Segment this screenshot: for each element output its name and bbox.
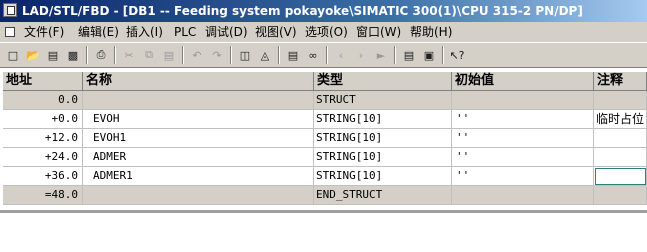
menu-options[interactable]: 选项(O) [303, 22, 350, 42]
zoom-icon[interactable]: ▣ [420, 46, 438, 64]
cell-comment[interactable] [594, 186, 647, 205]
upload-icon[interactable]: ◬ [256, 46, 274, 64]
menu-view[interactable]: 视图(V) [253, 22, 299, 42]
menu-file[interactable]: 文件(F) [22, 22, 66, 42]
table-row[interactable]: +24.0 ADMER STRING[10] '' [3, 148, 647, 167]
table-row[interactable]: 0.0 STRUCT [3, 91, 647, 110]
cell-type[interactable]: STRING[10] [314, 148, 452, 167]
header-type[interactable]: 类型 [314, 72, 452, 91]
accessible-nodes-icon[interactable]: ▤ [44, 46, 62, 64]
cell-name[interactable] [83, 186, 314, 205]
table-header: 地址 名称 类型 初始值 注释 [3, 72, 647, 91]
toolbar-separator [394, 46, 396, 64]
help-context-icon[interactable]: ↖? [448, 46, 466, 64]
app-icon[interactable] [3, 3, 17, 17]
cell-type[interactable]: STRING[10] [314, 129, 452, 148]
step-into-icon[interactable]: ► [372, 46, 390, 64]
cell-name[interactable]: ADMER1 [83, 167, 314, 186]
toolbar-separator [442, 46, 444, 64]
step-icon[interactable]: › [352, 46, 370, 64]
menu-edit[interactable]: 编辑(E) [76, 22, 121, 42]
code-pane[interactable] [0, 213, 647, 252]
header-name[interactable]: 名称 [83, 72, 314, 91]
header-initial-value[interactable]: 初始值 [452, 72, 594, 91]
cell-address: +24.0 [3, 148, 83, 167]
table-row[interactable]: =48.0 END_STRUCT [3, 186, 647, 205]
redo-icon[interactable]: ↷ [208, 46, 226, 64]
cell-initial-value[interactable]: '' [452, 129, 594, 148]
toolbar-separator [326, 46, 328, 64]
cell-address: +0.0 [3, 110, 83, 129]
table-row[interactable]: +36.0 ADMER1 STRING[10] '' [3, 167, 647, 186]
cell-name[interactable] [83, 91, 314, 110]
cell-type[interactable]: STRING[10] [314, 110, 452, 129]
declaration-table: 地址 名称 类型 初始值 注释 0.0 STRUCT +0.0 EVOH STR… [3, 72, 647, 210]
table-row[interactable]: +12.0 EVOH1 STRING[10] '' [3, 129, 647, 148]
title-bar: LAD/STL/FBD - [DB1 -- Feeding system pok… [0, 0, 647, 22]
cell-name[interactable]: EVOH [83, 110, 314, 129]
cell-name[interactable]: ADMER [83, 148, 314, 167]
save-icon[interactable]: ▩ [64, 46, 82, 64]
cell-initial-value[interactable] [452, 91, 594, 110]
window-title: LAD/STL/FBD - [DB1 -- Feeding system pok… [22, 4, 583, 18]
undo-icon[interactable]: ↶ [188, 46, 206, 64]
window-arrange-icon[interactable]: ▤ [400, 46, 418, 64]
cell-comment-focused[interactable] [594, 167, 647, 186]
paste-icon[interactable]: ▤ [160, 46, 178, 64]
toolbar-separator [182, 46, 184, 64]
new-icon[interactable]: □ [4, 46, 22, 64]
menu-insert[interactable]: 插入(I) [124, 22, 165, 42]
copy-icon[interactable]: ⧉ [140, 46, 158, 64]
cell-type[interactable]: STRUCT [314, 91, 452, 110]
monitor-glasses-icon[interactable]: ∞ [304, 46, 322, 64]
download-icon[interactable]: ◫ [236, 46, 254, 64]
menu-plc[interactable]: PLC [172, 22, 198, 42]
cell-comment[interactable] [594, 91, 647, 110]
cell-comment[interactable] [594, 148, 647, 167]
menu-debug[interactable]: 调试(D) [203, 22, 250, 42]
cell-type[interactable]: STRING[10] [314, 167, 452, 186]
cell-initial-value[interactable]: '' [452, 167, 594, 186]
menu-window[interactable]: 窗口(W) [354, 22, 403, 42]
document-icon[interactable] [5, 27, 15, 37]
cell-name[interactable]: EVOH1 [83, 129, 314, 148]
cell-initial-value[interactable]: '' [452, 148, 594, 167]
cell-address: 0.0 [3, 91, 83, 110]
cell-address: +36.0 [3, 167, 83, 186]
table-row[interactable]: +0.0 EVOH STRING[10] '' 临时占位 [3, 110, 647, 129]
menu-bar: 文件(F) 编辑(E) 插入(I) PLC 调试(D) 视图(V) 选项(O) … [0, 22, 647, 42]
open-icon[interactable]: 📂 [24, 46, 42, 64]
monitor-icon[interactable]: ▤ [284, 46, 302, 64]
breakpoint-icon[interactable]: ‹ [332, 46, 350, 64]
cell-initial-value[interactable] [452, 186, 594, 205]
cell-address: =48.0 [3, 186, 83, 205]
header-comment[interactable]: 注释 [594, 72, 647, 91]
toolbar-separator [278, 46, 280, 64]
cell-address: +12.0 [3, 129, 83, 148]
menu-help[interactable]: 帮助(H) [408, 22, 454, 42]
toolbar-separator [230, 46, 232, 64]
print-icon[interactable]: ⎙ [92, 46, 110, 64]
cell-initial-value[interactable]: '' [452, 110, 594, 129]
toolbar-separator [86, 46, 88, 64]
cell-comment[interactable] [594, 129, 647, 148]
toolbar: □ 📂 ▤ ▩ ⎙ ✂ ⧉ ▤ ↶ ↷ ◫ ◬ ▤ ∞ ‹ › ► ▤ ▣ ↖? [0, 42, 647, 68]
cut-icon[interactable]: ✂ [120, 46, 138, 64]
cell-type[interactable]: END_STRUCT [314, 186, 452, 205]
toolbar-separator [114, 46, 116, 64]
header-address[interactable]: 地址 [3, 72, 83, 91]
cell-comment[interactable]: 临时占位 [594, 110, 647, 129]
